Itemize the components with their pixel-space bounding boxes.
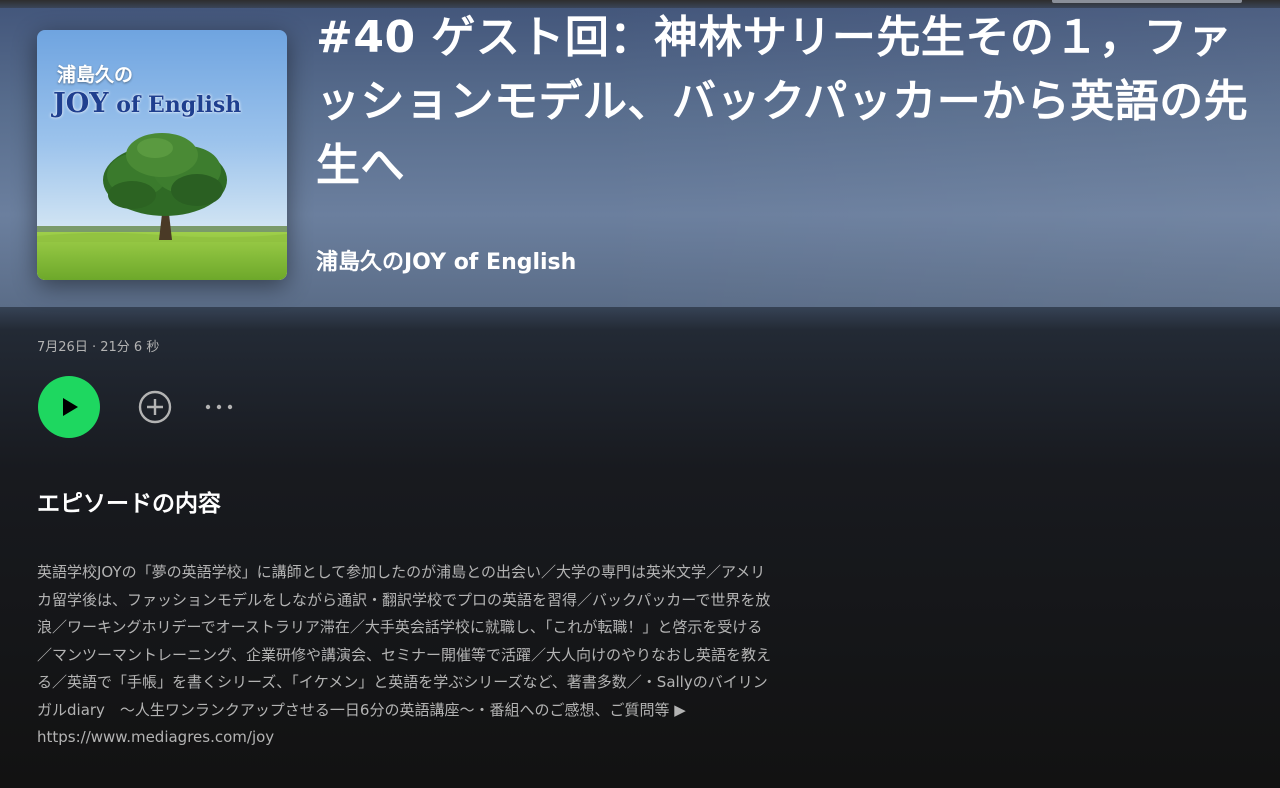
more-horizontal-icon xyxy=(205,404,233,410)
description-link[interactable]: https://www.mediagres.com/joy xyxy=(37,724,772,752)
cover-title-prefix: 浦島久の xyxy=(57,64,134,86)
episode-description: 英語学校JOYの「夢の英語学校」に講師として参加したのが浦島との出会い／大学の専… xyxy=(37,559,772,752)
scrollbar[interactable] xyxy=(1052,0,1242,3)
plus-circle-icon xyxy=(138,390,172,424)
meta-separator: · xyxy=(91,340,97,355)
cover-title: JOY of English xyxy=(53,88,241,119)
podcast-cover-art: 浦島久の JOY of English xyxy=(37,30,287,280)
release-date: 7月26日 xyxy=(37,340,88,355)
more-options-button[interactable] xyxy=(200,388,238,426)
play-icon xyxy=(63,398,78,416)
cover-title-joy: JOY xyxy=(53,88,109,119)
episode-meta: 7月26日 · 21分 6 秒 xyxy=(37,336,159,355)
cover-title-english: of English xyxy=(108,92,242,118)
episode-description-heading: エピソードの内容 xyxy=(37,491,221,517)
description-text: 英語学校JOYの「夢の英語学校」に講師として参加したのが浦島との出会い／大学の専… xyxy=(37,563,771,719)
show-name-link[interactable]: 浦島久のJOY of English xyxy=(316,244,576,276)
episode-duration: 21分 6 秒 xyxy=(100,340,160,355)
episode-title: #40 ゲスト回：神林サリー先生その１，ファッションモデル、バックパッカーから英… xyxy=(316,12,1249,191)
play-button[interactable] xyxy=(38,376,100,438)
add-to-library-button[interactable] xyxy=(136,388,174,426)
episode-page: 浦島久の JOY of English #40 ゲスト回：神林サリー先生その１，… xyxy=(0,0,1280,788)
